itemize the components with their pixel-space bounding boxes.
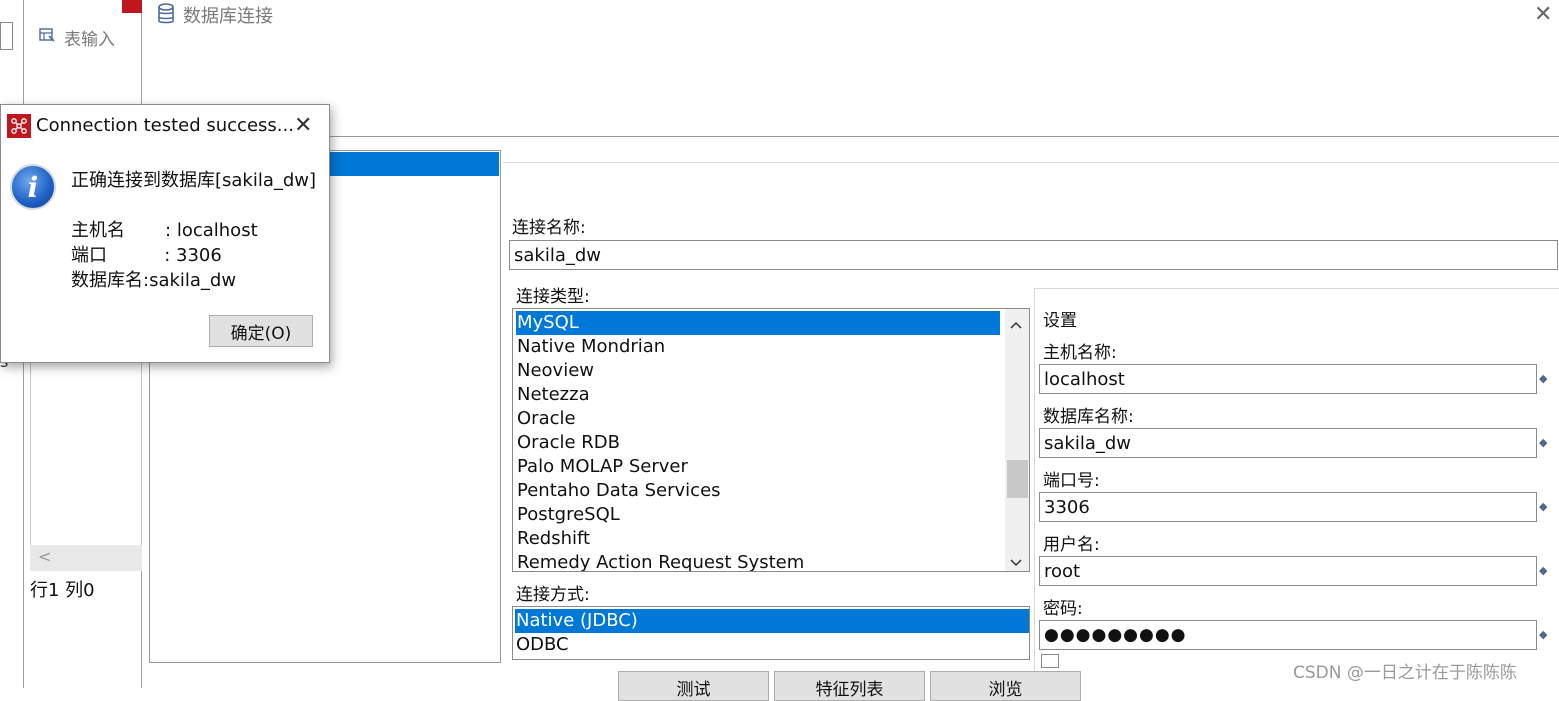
list-item-type[interactable]: Palo MOLAP Server	[516, 455, 688, 479]
list-item-type[interactable]: Redshift	[516, 527, 590, 551]
popup-message: 正确连接到数据库[sakila_dw]	[71, 170, 317, 191]
connection-name-input[interactable]: sakila_dw	[509, 240, 1558, 270]
popup-title: Connection tested success...	[36, 115, 294, 136]
list-item-type[interactable]: Oracle RDB	[516, 431, 620, 455]
option-checkbox[interactable]	[1041, 654, 1059, 668]
feature-list-button[interactable]: 特征列表	[774, 671, 925, 701]
horizontal-scrollbar[interactable]: <	[30, 545, 142, 571]
list-item-access[interactable]: Native (JDBC)	[515, 609, 1029, 633]
status-row-col: 行1 列0	[30, 580, 95, 601]
test-button[interactable]: 测试	[618, 671, 769, 701]
type-list-scrollbar[interactable]	[1005, 309, 1029, 571]
background-app-icon	[122, 0, 142, 13]
step-label: 表输入	[64, 30, 115, 50]
scrollbar-thumb[interactable]	[1007, 460, 1028, 498]
list-item-type[interactable]: Oracle	[516, 407, 576, 431]
info-icon: i	[10, 164, 56, 210]
background-field	[0, 22, 13, 50]
access-method-list[interactable]: Native (JDBC) ODBC	[512, 606, 1030, 660]
connection-name-label: 连接名称:	[512, 218, 586, 238]
list-item-access[interactable]: ODBC	[515, 633, 569, 657]
settings-title: 设置	[1043, 311, 1077, 331]
watermark-text: CSDN @一日之计在于陈陈陈	[1293, 663, 1517, 683]
variable-icon[interactable]: ◆	[1539, 629, 1550, 640]
password-input[interactable]: ●●●●●●●●●	[1039, 620, 1537, 650]
dialog-close-icon[interactable]: ✕	[1534, 2, 1552, 27]
list-item-type[interactable]: Pentaho Data Services	[516, 479, 721, 503]
ok-button[interactable]: 确定(O)	[209, 315, 313, 347]
connection-type-list[interactable]: MySQL Native Mondrian Neoview Netezza Or…	[512, 308, 1030, 572]
database-name-input[interactable]: sakila_dw	[1039, 428, 1537, 458]
username-input[interactable]: root	[1039, 556, 1537, 586]
popup-port-line: 端口 : 3306	[71, 245, 222, 266]
port-input[interactable]: 3306	[1039, 492, 1537, 522]
popup-host-line: 主机名 : localhost	[71, 220, 258, 241]
category-list-selected-item[interactable]	[329, 152, 499, 176]
variable-icon[interactable]: ◆	[1539, 565, 1550, 576]
database-name-label: 数据库名称:	[1043, 407, 1134, 427]
connection-type-label: 连接类型:	[516, 287, 590, 307]
app-logo-icon	[7, 114, 31, 138]
list-item-type[interactable]: PostgreSQL	[516, 503, 620, 527]
variable-icon[interactable]: ◆	[1539, 373, 1550, 384]
host-input[interactable]: localhost	[1039, 364, 1537, 394]
variable-icon[interactable]: ◆	[1539, 501, 1550, 512]
background-grid	[30, 360, 142, 546]
access-method-label: 连接方式:	[516, 585, 590, 605]
chevron-up-icon[interactable]	[1009, 315, 1023, 334]
table-input-icon	[39, 27, 55, 43]
popup-close-icon[interactable]: ✕	[294, 113, 312, 138]
list-item-type[interactable]: Netezza	[516, 383, 590, 407]
list-item-type[interactable]: MySQL	[516, 311, 1000, 335]
list-item-type[interactable]: Neoview	[516, 359, 594, 383]
explore-button[interactable]: 浏览	[930, 671, 1081, 701]
scroll-left-arrow[interactable]: <	[38, 547, 51, 566]
popup-db-line: 数据库名:sakila_dw	[71, 270, 237, 291]
header-separator	[143, 136, 1559, 137]
variable-icon[interactable]: ◆	[1539, 437, 1550, 448]
host-label: 主机名称:	[1043, 343, 1117, 363]
chevron-down-icon[interactable]	[1009, 553, 1023, 571]
username-label: 用户名:	[1043, 535, 1100, 555]
password-label: 密码:	[1043, 599, 1083, 619]
tab-separator	[503, 162, 1559, 163]
port-label: 端口号:	[1043, 471, 1100, 491]
dialog-title: 数据库连接	[183, 6, 273, 27]
list-item-type[interactable]: Native Mondrian	[516, 335, 665, 359]
list-item-type[interactable]: Remedy Action Request System	[516, 551, 804, 571]
database-icon	[157, 3, 175, 25]
